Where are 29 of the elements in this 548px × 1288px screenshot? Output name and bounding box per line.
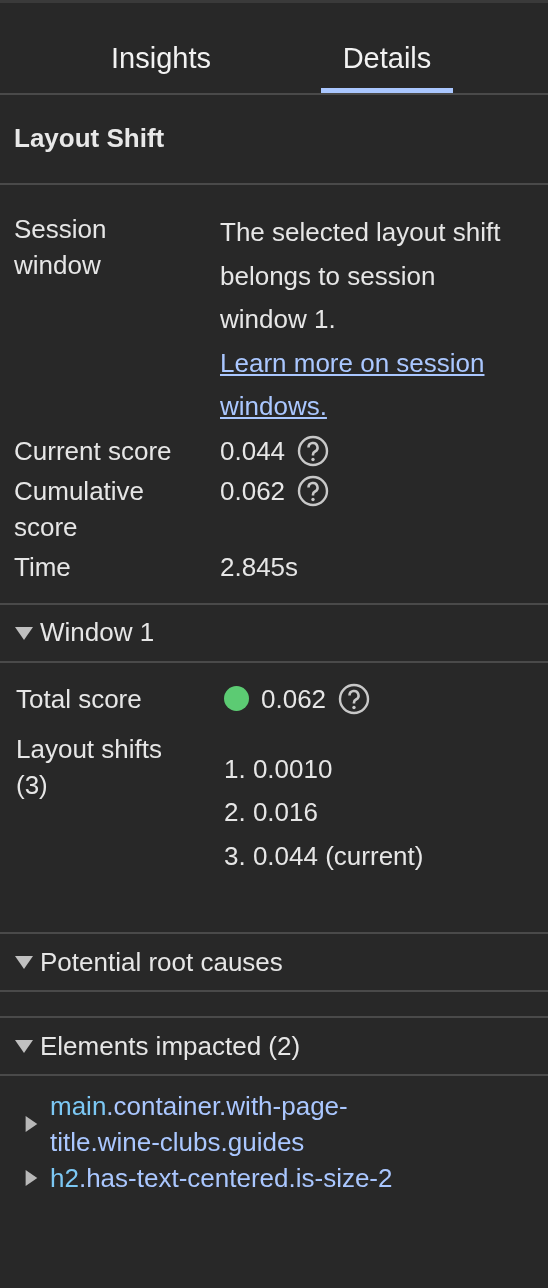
total-score-label: Total score bbox=[16, 682, 143, 716]
section-title: Elements impacted (2) bbox=[40, 1030, 301, 1062]
help-icon[interactable] bbox=[297, 434, 330, 467]
detail-value: 0.062 bbox=[220, 474, 286, 508]
help-icon[interactable] bbox=[338, 682, 371, 715]
element-link[interactable]: main.container.with-page-title.wine-clubs.guides bbox=[50, 1088, 445, 1160]
section-heading: Layout Shift bbox=[0, 95, 548, 185]
detail-text: The selected layout shift belongs to session window 1. bbox=[220, 216, 502, 336]
section-header[interactable]: Window 1 bbox=[0, 604, 548, 663]
tab[interactable]: Insights bbox=[95, 3, 227, 93]
tab[interactable]: Details bbox=[321, 3, 453, 93]
layout-shifts-label: Layout shifts (3) bbox=[16, 732, 163, 802]
shift-entry: 3. 0.044 (current) bbox=[224, 839, 424, 873]
section-header[interactable]: Potential root causes bbox=[0, 934, 548, 992]
section-title: Window 1 bbox=[40, 617, 155, 648]
section-title: Potential root causes bbox=[40, 946, 283, 978]
detail-label: Time bbox=[14, 550, 72, 584]
detail-label: Current score bbox=[14, 434, 173, 468]
total-score-value: 0.062 bbox=[261, 682, 327, 716]
detail-label: Cumulative score bbox=[14, 474, 146, 544]
help-icon[interactable] bbox=[297, 474, 330, 507]
shift-entry: 2. 0.016 bbox=[224, 796, 319, 829]
learn-more-link[interactable]: Learn more on session windows. bbox=[220, 341, 485, 429]
detail-value: 2.845s bbox=[220, 550, 299, 584]
detail-label: Session window bbox=[14, 213, 108, 282]
section-header[interactable]: Elements impacted (2) bbox=[0, 1018, 548, 1076]
shift-entry: 1. 0.0010 bbox=[224, 752, 334, 786]
detail-value: 0.044 bbox=[220, 434, 286, 468]
element-link[interactable]: h2.has-text-centered.is-size-2 bbox=[50, 1160, 445, 1196]
